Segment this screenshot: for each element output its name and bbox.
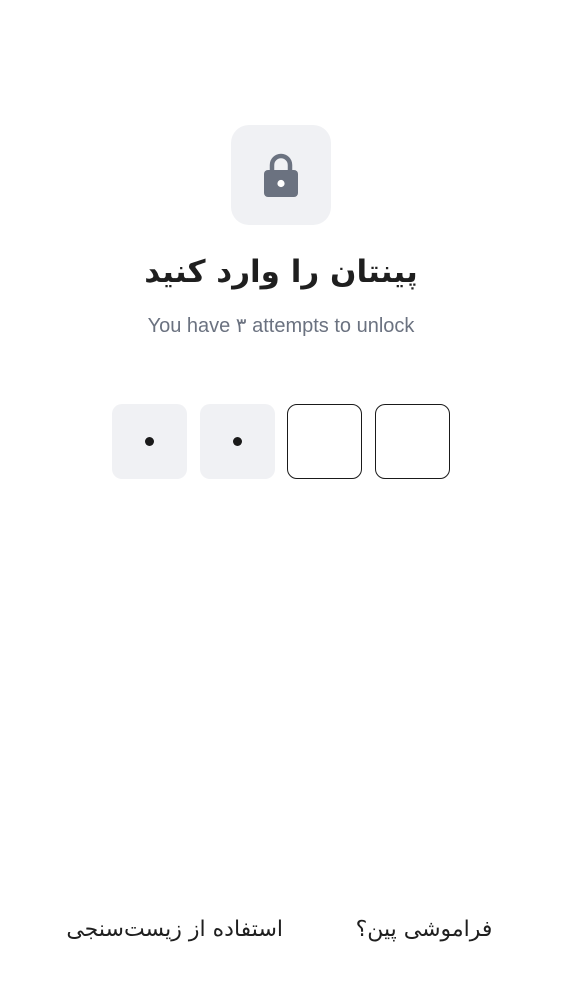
pin-input-row[interactable] [112,404,450,479]
pin-dot [232,437,242,446]
pin-dot [145,437,154,446]
lock-tile [231,125,331,225]
lock-icon [264,153,298,197]
use-biometric-button[interactable]: استفاده از زیست‌سنجی [66,912,283,948]
page-title: پینتان را وارد کنید [144,254,418,290]
pin-digit-2[interactable] [199,404,275,479]
pin-digit-1[interactable] [112,404,187,479]
pin-digit-4[interactable] [374,404,450,479]
forgot-pin-button[interactable]: فراموشی پین؟ [355,912,493,948]
attempts-subtitle: You have ۳ attempts to unlock [147,315,415,337]
pin-digit-3[interactable] [287,404,363,479]
